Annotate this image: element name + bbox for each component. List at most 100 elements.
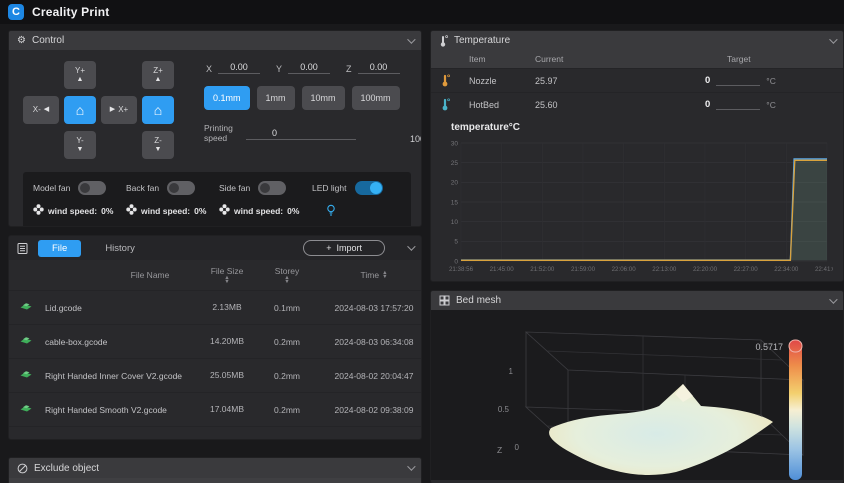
control-body: Y+▲ Z+▲ X-◀ ⌂ ▶X+ ⌂ Y-▼ Z-▼ — [9, 50, 421, 227]
x-tick-label: 22:41:00 — [815, 266, 833, 273]
temperature-panel: Temperature Item Current Target Nozzle 2… — [430, 30, 844, 282]
x-tick-label: 22:13:00 — [652, 266, 677, 273]
z-tick-05: 0.5 — [498, 405, 510, 414]
z-position-field[interactable]: 0.00 — [358, 62, 400, 74]
z-tick-0: 0 — [515, 443, 520, 452]
chevron-down-icon[interactable] — [829, 35, 837, 43]
home-z-button[interactable]: ⌂ — [142, 96, 174, 124]
toggle-knob — [80, 183, 90, 193]
file-name: cable-box.gcode — [45, 337, 195, 347]
col-target: Target — [655, 54, 833, 64]
arrow-right-icon: ▶ — [110, 106, 115, 113]
y-tick-label: 10 — [451, 219, 459, 226]
x-tick-label: 22:34:00 — [774, 266, 799, 273]
fan-label: Model fan — [33, 183, 70, 193]
left-column: ⚙ Control Y+▲ Z+▲ X-◀ ⌂ ▶X+ ⌂ — [8, 30, 422, 483]
gear-icon: ⚙ — [17, 36, 26, 46]
led-bulb-icon[interactable] — [326, 204, 336, 219]
bed-mesh-body[interactable]: 1 0.5 0 Z 0.5717 — [431, 310, 843, 480]
y-axis-label: Y — [276, 64, 282, 74]
import-button[interactable]: + Import — [303, 240, 385, 256]
temperature-panel-header[interactable]: Temperature — [431, 31, 843, 50]
bed-mesh-title: Bed mesh — [456, 295, 501, 306]
file-table-row[interactable]: Lid.gcode2.13MB0.1mm2024-08-03 17:57:201… — [9, 290, 421, 324]
tab-file[interactable]: File — [38, 240, 81, 257]
file-time: 2024-08-01 20:51:54 — [315, 439, 421, 441]
chevron-down-icon[interactable] — [407, 462, 415, 470]
y-position-field[interactable]: 0.00 — [288, 62, 330, 74]
file-table-row[interactable]: Right Handed Inner Cover V2.gcode25.05MB… — [9, 358, 421, 392]
gcode-file-icon — [19, 369, 45, 382]
exclude-panel-header[interactable]: Exclude object — [9, 458, 421, 478]
y-tick-label: 25 — [451, 160, 459, 167]
jog-y-minus-button[interactable]: Y-▼ — [64, 131, 96, 159]
x-tick-label: 21:45:00 — [490, 266, 515, 273]
creality-logo-icon: C — [8, 4, 24, 20]
gcode-file-icon — [19, 335, 45, 348]
file-size: 14.20MB — [195, 336, 259, 347]
tab-history[interactable]: History — [91, 240, 149, 257]
temperature-title: Temperature — [454, 35, 510, 46]
series-hotbed — [461, 160, 827, 260]
x-tick-label: 22:27:00 — [734, 266, 759, 273]
col-file-name[interactable]: File Name — [45, 270, 195, 280]
y-tick-label: 0 — [454, 258, 458, 265]
fan-toggle[interactable] — [355, 181, 383, 195]
nozzle-thermometer-icon — [441, 74, 469, 87]
colorbar — [789, 340, 802, 480]
col-time[interactable]: Time▲▼ — [315, 270, 422, 280]
fan-toggle[interactable] — [78, 181, 106, 195]
col-current: Current — [535, 54, 655, 64]
fan-icon — [33, 204, 44, 217]
colorbar-max-label: 0.5717 — [755, 342, 783, 352]
x-axis-label: X — [206, 64, 212, 74]
step-buttons: 0.1mm 1mm 10mm 100mm — [204, 86, 422, 110]
fan-label: LED light — [312, 183, 347, 193]
chevron-down-icon[interactable] — [407, 242, 415, 250]
bed-mesh-panel-header[interactable]: Bed mesh — [431, 291, 843, 310]
hotbed-target-field[interactable] — [716, 100, 760, 110]
bed-mesh-plot: 1 0.5 0 Z 0.5717 — [431, 310, 829, 480]
hotbed-thermometer-icon — [441, 98, 469, 111]
x-tick-label: 21:59:00 — [571, 266, 596, 273]
fan-toggle[interactable] — [167, 181, 195, 195]
bed-mesh-panel: Bed mesh — [430, 290, 844, 483]
series-nozzle — [461, 159, 827, 260]
position-readout: X 0.00 Y 0.00 Z 0.00 — [206, 62, 422, 74]
step-button-0.1mm[interactable]: 0.1mm — [204, 86, 250, 110]
fan-toggle[interactable] — [258, 181, 286, 195]
jog-x-minus-button[interactable]: X-◀ — [23, 96, 59, 124]
file-table-row[interactable]: mount.gcode13.19MB0.2mm2024-08-01 20:51:… — [9, 426, 421, 440]
step-button-100mm[interactable]: 100mm — [352, 86, 400, 110]
fan-label: Back fan — [126, 183, 159, 193]
jog-y-plus-button[interactable]: Y+▲ — [64, 61, 96, 89]
step-button-10mm[interactable]: 10mm — [302, 86, 345, 110]
fan-group-led-light: LED light — [312, 181, 401, 219]
x-position-field[interactable]: 0.00 — [218, 62, 260, 74]
arrow-down-icon: ▼ — [155, 146, 162, 153]
nozzle-unit: °C — [766, 76, 776, 86]
file-time: 2024-08-02 20:04:47 — [315, 371, 421, 381]
col-file-size[interactable]: File Size▲▼ — [195, 266, 259, 284]
nozzle-label: Nozzle — [469, 76, 535, 86]
printing-speed-field[interactable]: 0 — [246, 128, 356, 140]
nozzle-target-field[interactable] — [716, 76, 760, 86]
chevron-down-icon[interactable] — [407, 35, 415, 43]
fan-group-side-fan: Side fanwind speed:0% — [219, 181, 308, 219]
file-name: mount.gcode — [45, 439, 195, 441]
wind-speed-value: 0% — [101, 206, 113, 216]
jog-z-minus-button[interactable]: Z-▼ — [142, 131, 174, 159]
jog-x-plus-button[interactable]: ▶X+ — [101, 96, 137, 124]
jog-z-plus-button[interactable]: Z+▲ — [142, 61, 174, 89]
home-xy-button[interactable]: ⌂ — [64, 96, 96, 124]
chevron-down-icon[interactable] — [829, 295, 837, 303]
col-storey[interactable]: Storey▲▼ — [259, 266, 315, 284]
file-table-row[interactable]: Right Handed Smooth V2.gcode17.04MB0.2mm… — [9, 392, 421, 426]
file-table-row[interactable]: cable-box.gcode14.20MB0.2mm2024-08-03 06… — [9, 324, 421, 358]
file-storey: 0.1mm — [259, 303, 315, 313]
file-panel-header: File History + Import — [9, 236, 421, 260]
mesh-surface — [549, 384, 773, 475]
step-button-1mm[interactable]: 1mm — [257, 86, 295, 110]
x-tick-label: 21:38:56 — [449, 266, 474, 273]
control-panel-header[interactable]: ⚙ Control — [9, 31, 421, 50]
